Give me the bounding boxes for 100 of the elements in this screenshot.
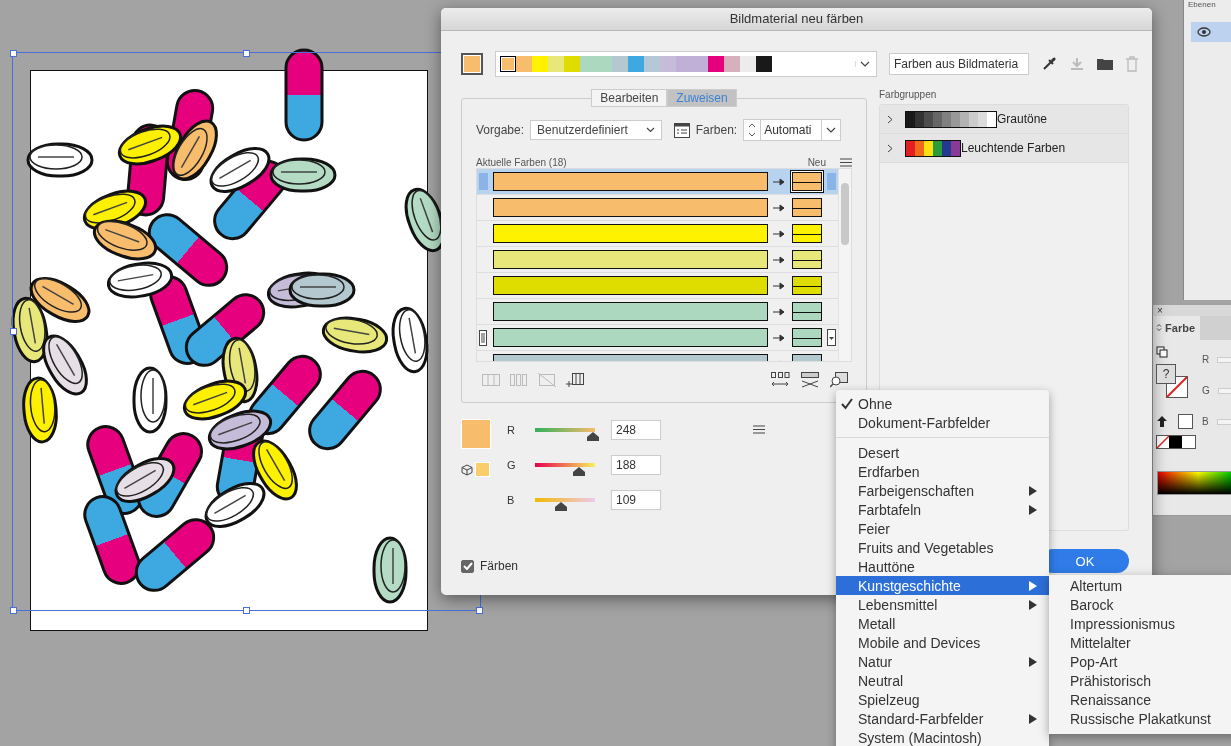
- shuffle-colors-icon[interactable]: [800, 372, 820, 388]
- preset-options-icon[interactable]: [673, 122, 690, 138]
- current-color-bar[interactable]: [493, 302, 768, 321]
- new-color-swatch[interactable]: [792, 302, 822, 321]
- swatch-presets-icon[interactable]: [1156, 435, 1196, 449]
- new-color-swatch[interactable]: [792, 250, 822, 269]
- new-row-icon[interactable]: [566, 373, 584, 387]
- separate-colors-icon[interactable]: [510, 374, 528, 386]
- menu-item[interactable]: Farbeigenschaften: [836, 481, 1049, 500]
- current-color-swatch[interactable]: [461, 419, 491, 449]
- color-spectrum[interactable]: [1157, 471, 1231, 495]
- color-row[interactable]: [477, 247, 838, 273]
- menu-item[interactable]: Pop-Art: [1049, 653, 1231, 672]
- menu-item[interactable]: Altertum: [1049, 577, 1231, 596]
- folder-icon[interactable]: [1097, 57, 1113, 71]
- color-swatch[interactable]: [676, 56, 692, 72]
- color-row[interactable]: [477, 299, 838, 325]
- menu-item[interactable]: Barock: [1049, 596, 1231, 615]
- color-swatch[interactable]: [564, 56, 580, 72]
- menu-item[interactable]: Impressionismus: [1049, 615, 1231, 634]
- checkbox[interactable]: [461, 559, 474, 573]
- value-field[interactable]: 188: [611, 455, 661, 475]
- menu-item[interactable]: Spielzeug: [836, 690, 1049, 709]
- menu-item[interactable]: Natur: [836, 652, 1049, 671]
- color-swatch[interactable]: [596, 56, 612, 72]
- menu-item[interactable]: Ohne: [836, 394, 1049, 413]
- color-row[interactable]: [477, 221, 838, 247]
- new-color-swatch[interactable]: [792, 172, 822, 191]
- current-color-bar[interactable]: [493, 276, 768, 295]
- color-swatch[interactable]: [516, 56, 532, 72]
- color-swatch[interactable]: [580, 56, 596, 72]
- color-row[interactable]: [477, 195, 838, 221]
- color-swatch[interactable]: [756, 56, 772, 72]
- color-swatch[interactable]: [548, 56, 564, 72]
- scrollbar[interactable]: [838, 169, 851, 361]
- color-row[interactable]: [477, 169, 838, 195]
- menu-item[interactable]: Russische Plakatkunst: [1049, 710, 1231, 729]
- color-swatch[interactable]: [692, 56, 708, 72]
- drag-handle-icon[interactable]: [479, 329, 487, 346]
- eyedropper-icon[interactable]: [1041, 56, 1057, 72]
- current-color-bar[interactable]: [493, 172, 768, 191]
- new-color-swatch[interactable]: [792, 328, 822, 347]
- merge-colors-icon[interactable]: [482, 374, 500, 386]
- up-arrow-icon[interactable]: [1156, 415, 1168, 428]
- panel-tab[interactable]: Farbe: [1153, 316, 1200, 340]
- color-swatch[interactable]: [708, 56, 724, 72]
- color-row[interactable]: [477, 325, 838, 351]
- color-swatch[interactable]: [532, 56, 548, 72]
- layer-row[interactable]: [1191, 22, 1231, 42]
- color-swatch[interactable]: [644, 56, 660, 72]
- menu-item[interactable]: Mobile and Devices: [836, 633, 1049, 652]
- gamut-color-swatch[interactable]: [475, 462, 490, 477]
- eye-icon[interactable]: [1197, 27, 1211, 37]
- slider-thumb[interactable]: [587, 432, 600, 441]
- swap-icon[interactable]: [1156, 346, 1168, 358]
- menu-item[interactable]: Prähistorisch: [1049, 672, 1231, 691]
- color-swatch[interactable]: [1178, 414, 1193, 429]
- color-row[interactable]: [477, 273, 838, 299]
- tab[interactable]: Bearbeiten: [591, 89, 668, 107]
- menu-item[interactable]: Dokument-Farbfelder: [836, 413, 1049, 432]
- menu-item[interactable]: Renaissance: [1049, 691, 1231, 710]
- menu-item[interactable]: Erdfarben: [836, 462, 1049, 481]
- menu-item[interactable]: Kunstgeschichte: [836, 576, 1049, 595]
- menu-item[interactable]: Lebensmittel: [836, 595, 1049, 614]
- color-group-row[interactable]: Leuchtende Farben: [880, 134, 1128, 163]
- menu-item[interactable]: Metall: [836, 614, 1049, 633]
- slider-track[interactable]: [1217, 356, 1231, 363]
- color-swatch[interactable]: [740, 56, 756, 72]
- current-color-bar[interactable]: [493, 198, 768, 217]
- slider-track[interactable]: [1216, 418, 1231, 425]
- menu-item[interactable]: Feier: [836, 519, 1049, 538]
- color-swatch[interactable]: [724, 56, 740, 72]
- active-color-swatch[interactable]: [461, 53, 483, 75]
- color-group-row[interactable]: Grautöne: [880, 105, 1128, 134]
- find-color-icon[interactable]: [830, 372, 848, 388]
- color-strip-dropdown[interactable]: [495, 51, 877, 77]
- preset-dropdown[interactable]: Benutzerdefiniert: [530, 120, 662, 140]
- new-color-swatch[interactable]: [792, 198, 822, 217]
- color-swatch[interactable]: [660, 56, 676, 72]
- cube-icon[interactable]: [461, 463, 473, 476]
- new-color-swatch[interactable]: [792, 224, 822, 243]
- value-field[interactable]: 109: [611, 490, 661, 510]
- color-swatch[interactable]: [612, 56, 628, 72]
- menu-icon[interactable]: [753, 425, 765, 434]
- menu-item[interactable]: Desert: [836, 443, 1049, 462]
- menu-item[interactable]: Standard-Farbfelder: [836, 709, 1049, 728]
- current-color-bar[interactable]: [493, 328, 768, 347]
- fill-swatch[interactable]: ?: [1156, 364, 1176, 384]
- color-group-name-field[interactable]: Farben aus Bildmateria: [889, 53, 1029, 75]
- value-field[interactable]: 248: [611, 420, 661, 440]
- menu-item[interactable]: Farbtafeln: [836, 500, 1049, 519]
- chevron-down-icon[interactable]: [645, 127, 655, 133]
- color-swatch[interactable]: [628, 56, 644, 72]
- menu-item[interactable]: Mittelalter: [1049, 634, 1231, 653]
- panel-tab[interactable]: Ebenen: [1184, 0, 1231, 9]
- slider-track[interactable]: [1217, 387, 1231, 394]
- current-color-bar[interactable]: [493, 250, 768, 269]
- new-color-swatch[interactable]: [792, 276, 822, 295]
- menu-icon[interactable]: [840, 158, 852, 167]
- close-button[interactable]: ×: [1157, 305, 1163, 316]
